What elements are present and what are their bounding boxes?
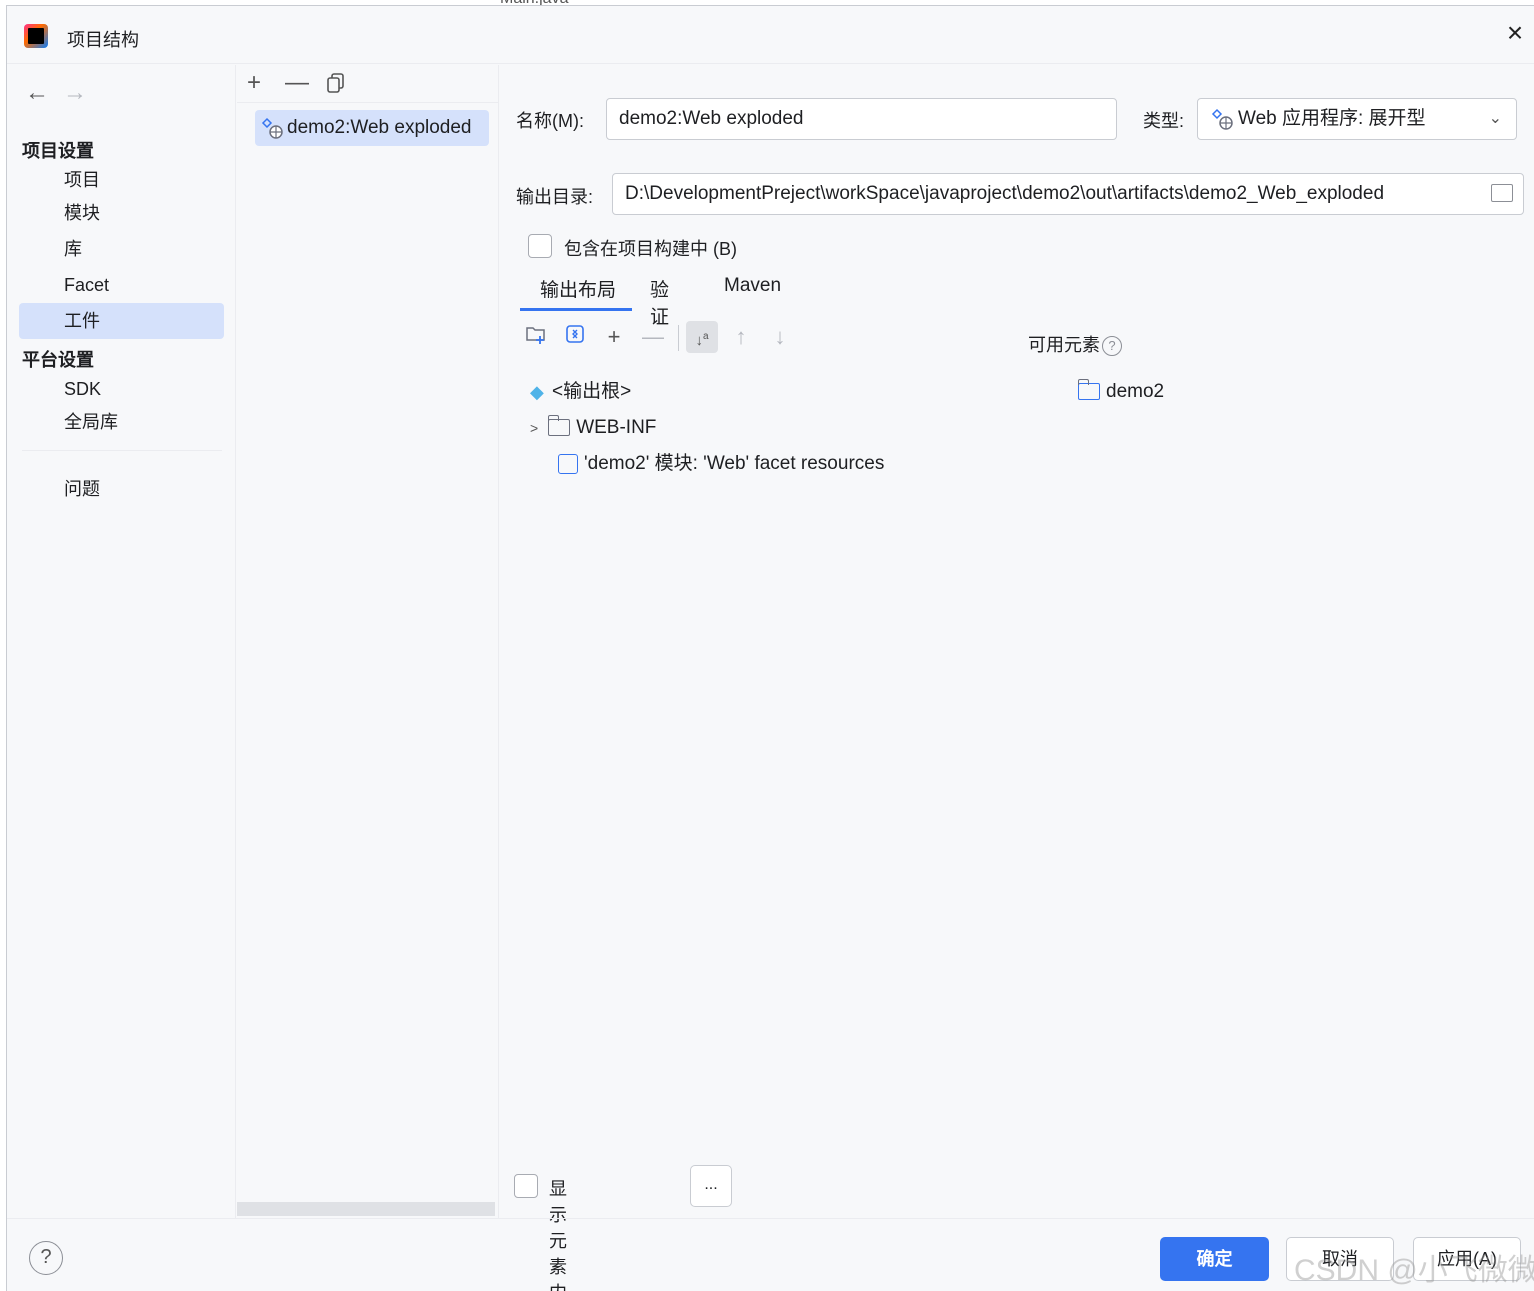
apply-button[interactable]: 应用(A) <box>1413 1237 1521 1281</box>
project-structure-dialog: 项目结构 × ← → 项目设置 项目 模块 库 Facet 工件 平台设置 SDK… <box>6 5 1534 1291</box>
nav-item-sdk[interactable]: SDK <box>19 371 224 407</box>
output-dir-label: 输出目录: <box>516 187 594 207</box>
folder-icon <box>548 415 571 437</box>
remove-icon[interactable]: — <box>637 321 669 353</box>
type-label: 类型: <box>1143 111 1185 131</box>
available-elements-label: 可用元素? <box>1028 331 1122 357</box>
nav-item-facets[interactable]: Facet <box>19 267 224 303</box>
settings-nav: ← → 项目设置 项目 模块 库 Facet 工件 平台设置 SDK 全局库 问题 <box>7 65 236 1218</box>
available-node-label: demo2 <box>1106 381 1165 402</box>
remove-icon[interactable]: — <box>285 71 309 95</box>
nav-item-global-libraries[interactable]: 全局库 <box>19 404 224 440</box>
help-button[interactable]: ? <box>29 1241 63 1275</box>
create-archive-icon[interactable] <box>559 321 591 353</box>
toolbar-divider <box>678 325 679 351</box>
tree-root-label: <输出根> <box>552 381 632 402</box>
tab-output-layout[interactable]: 输出布局 <box>520 275 632 311</box>
chevron-right-icon[interactable]: > <box>530 420 538 436</box>
include-in-build-checkbox[interactable] <box>528 234 552 258</box>
intellij-logo-icon <box>24 24 48 48</box>
web-resource-icon <box>558 453 578 474</box>
sort-alphabetically-icon[interactable]: ↓a <box>686 321 718 353</box>
nav-divider <box>22 450 222 451</box>
name-field[interactable]: demo2:Web exploded <box>606 98 1117 140</box>
close-icon[interactable]: × <box>1502 19 1528 48</box>
tree-node-web-inf[interactable]: > WEB-INF <box>530 414 656 442</box>
add-icon[interactable]: + <box>247 71 261 95</box>
include-in-build-label: 包含在项目构建中 (B) <box>564 239 737 259</box>
browse-folder-icon[interactable] <box>1491 184 1513 202</box>
artifact-item-label: demo2:Web exploded <box>287 117 472 138</box>
nav-item-libraries[interactable]: 库 <box>19 231 224 267</box>
available-elements-text: 可用元素 <box>1028 335 1100 355</box>
output-root-icon: ◆ <box>530 381 544 402</box>
chevron-down-icon: ⌄ <box>1488 110 1502 127</box>
module-folder-icon <box>1078 379 1100 401</box>
web-artifact-icon <box>1211 108 1233 130</box>
nav-history: ← → <box>25 79 101 107</box>
nav-item-artifacts[interactable]: 工件 <box>19 303 224 339</box>
output-dir-field[interactable]: D:\DevelopmentPreject\workSpace\javaproj… <box>612 173 1524 215</box>
web-artifact-icon <box>261 117 283 139</box>
nav-item-problems[interactable]: 问题 <box>19 471 224 507</box>
horizontal-scrollbar[interactable] <box>237 1202 495 1216</box>
name-label: 名称(M): <box>516 111 584 131</box>
copy-icon[interactable] <box>327 73 345 98</box>
type-dropdown-value: Web 应用程序: 展开型 <box>1238 108 1426 129</box>
nav-item-modules[interactable]: 模块 <box>19 195 224 231</box>
artifact-detail-panel: 名称(M): demo2:Web exploded 类型: Web 应用程序: … <box>500 65 1534 1291</box>
output-dir-value: D:\DevelopmentPreject\workSpace\javaproj… <box>625 183 1385 204</box>
help-icon[interactable]: ? <box>1102 336 1122 357</box>
move-up-icon[interactable]: ↑ <box>725 321 757 353</box>
show-content-checkbox[interactable] <box>514 1174 538 1198</box>
artifact-list-panel: + — demo2:Web exploded <box>237 65 499 1218</box>
tab-maven[interactable]: Maven <box>724 275 781 311</box>
nav-item-project[interactable]: 项目 <box>19 162 224 198</box>
ok-button[interactable]: 确定 <box>1160 1237 1269 1281</box>
new-directory-icon[interactable] <box>520 321 552 353</box>
move-down-icon[interactable]: ↓ <box>764 321 796 353</box>
type-dropdown[interactable]: Web 应用程序: 展开型 ⌄ <box>1197 98 1517 140</box>
forward-arrow-icon[interactable]: → <box>63 79 101 107</box>
tree-node-label: WEB-INF <box>576 417 657 438</box>
tree-node-label: 'demo2' 模块: 'Web' facet resources <box>584 453 885 474</box>
tree-node-web-resources[interactable]: 'demo2' 模块: 'Web' facet resources <box>558 450 884 478</box>
artifact-item[interactable]: demo2:Web exploded <box>255 110 489 146</box>
artifact-list-toolbar: + — <box>237 65 499 103</box>
section-project-settings: 项目设置 <box>22 141 94 161</box>
available-node-demo2[interactable]: demo2 <box>1078 378 1164 406</box>
dialog-footer: ? 确定 取消 应用(A) <box>7 1218 1534 1291</box>
add-copy-icon[interactable]: + <box>598 321 630 353</box>
section-platform-settings: 平台设置 <box>22 350 94 370</box>
dialog-title: 项目结构 <box>67 30 139 50</box>
title-bar: 项目结构 × <box>7 6 1534 64</box>
tree-root[interactable]: ◆ <输出根> <box>530 378 631 406</box>
more-options-button[interactable]: ... <box>690 1165 732 1207</box>
cancel-button[interactable]: 取消 <box>1286 1237 1394 1281</box>
tab-validation[interactable]: 验证 <box>650 275 669 328</box>
back-arrow-icon[interactable]: ← <box>25 79 63 107</box>
